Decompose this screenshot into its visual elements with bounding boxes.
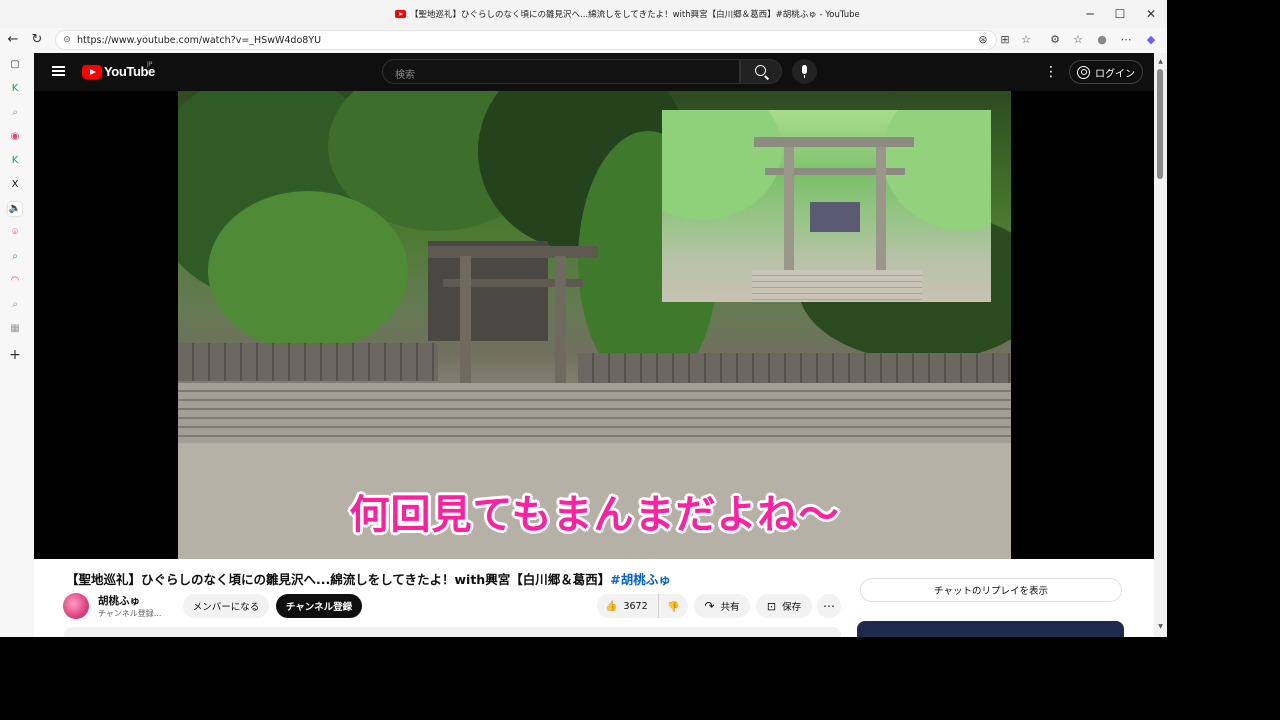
youtube-logo[interactable]: YouTube JP <box>82 61 155 79</box>
favorites-icon[interactable]: ☆ <box>1070 32 1086 48</box>
video-title-text: 【聖地巡礼】ひぐらしのなく頃にの雛見沢へ...綿流しをしてきたよ！with興宮【… <box>66 572 611 587</box>
chat-replay-button[interactable]: チャットのリプレイを表示 <box>860 578 1122 602</box>
copilot-icon[interactable]: ◆ <box>1143 32 1159 48</box>
bookmark-icon: ⊡ <box>766 599 777 613</box>
tabs-icon[interactable]: ▢ <box>8 58 22 72</box>
thumbs-down-icon: 👎 <box>667 601 680 613</box>
settings-menu-icon[interactable]: ⋮ <box>1044 64 1058 80</box>
profile-icon[interactable]: ● <box>1094 32 1110 48</box>
search-input[interactable]: 検索 <box>382 59 740 84</box>
video-frame[interactable]: 何回見てもまんまだよね～ <box>178 91 1011 559</box>
x-icon[interactable]: X <box>8 178 22 192</box>
maximize-button[interactable]: ☐ <box>1111 5 1129 23</box>
more-actions-button[interactable]: ⋯ <box>817 594 841 618</box>
search-button[interactable] <box>740 59 782 84</box>
add-icon[interactable]: + <box>8 348 22 362</box>
youtube-page: YouTube JP 検索 ⋮ ログイン 何回見てもまんまだよね～ 【聖地巡礼】… <box>34 53 1154 637</box>
scroll-up-icon[interactable]: ▲ <box>1156 57 1165 66</box>
description-box[interactable] <box>64 627 841 637</box>
address-bar-row: ← ↻ ⊝ https://www.youtube.com/watch?v=_H… <box>0 28 1167 52</box>
inset-tree <box>662 110 782 220</box>
stone-steps <box>178 383 1011 443</box>
minimize-button[interactable]: ─ <box>1081 5 1099 23</box>
channel-avatar[interactable] <box>63 593 89 619</box>
share-button[interactable]: ↷ 共有 <box>694 594 750 618</box>
menu-icon[interactable] <box>52 66 65 76</box>
youtube-header: YouTube JP 検索 ⋮ ログイン <box>34 53 1154 91</box>
inset-torii-beam <box>754 137 914 147</box>
search-small-icon-3[interactable]: ⌕ <box>8 298 22 312</box>
video-title: 【聖地巡礼】ひぐらしのなく頃にの雛見沢へ...綿流しをしてきたよ！with興宮【… <box>66 569 671 588</box>
recommendation-card[interactable] <box>857 621 1124 637</box>
search-icon <box>755 65 766 76</box>
title-bar: 【聖地巡礼】ひぐらしのなく頃にの雛見沢へ...綿流しをしてきたよ！with興宮【… <box>0 0 1167 28</box>
extension-icon[interactable]: ⚙ <box>1047 32 1063 48</box>
inset-torii-post <box>876 147 886 272</box>
reader-icon[interactable]: ⊞ <box>997 32 1013 48</box>
search-small-icon-2[interactable]: ⌕ <box>8 250 22 264</box>
channel-subscriber-count: チャンネル登録... <box>98 609 162 618</box>
join-membership-button[interactable]: メンバーになる <box>183 594 269 618</box>
thumbs-up-icon: 👍 <box>605 600 618 612</box>
video-subtitle: 何回見てもまんまだよね～ <box>349 492 840 538</box>
save-label: 保存 <box>782 602 802 613</box>
video-hashtag-link[interactable]: #胡桃ふゅ <box>610 572 670 587</box>
torii-post <box>460 256 471 386</box>
youtube-favicon-icon <box>395 10 406 18</box>
page-scrollbar[interactable]: ▲ ▼ <box>1154 53 1167 637</box>
like-dislike-group: 👍 3672 👎 <box>597 594 688 618</box>
logo-region: JP <box>147 61 153 68</box>
torii-post <box>555 256 566 386</box>
app-k-icon[interactable]: K <box>8 82 22 96</box>
search-placeholder: 検索 <box>395 70 415 81</box>
back-icon[interactable]: ← <box>4 31 22 49</box>
like-count: 3672 <box>623 600 648 612</box>
scroll-thumb[interactable] <box>1157 69 1163 179</box>
browser-sidebar: ▢ K ⌕ ◉ K X 🔈 ⌾ ⌕ ◠ ⌕ ▦ + <box>0 52 32 637</box>
youtube-play-icon <box>82 64 102 79</box>
scene-tree <box>208 191 408 351</box>
app-grid-icon[interactable]: ▦ <box>8 322 22 336</box>
address-bar[interactable]: ⊝ https://www.youtube.com/watch?v=_HSwW4… <box>55 30 997 50</box>
like-button[interactable]: 👍 3672 <box>597 594 659 618</box>
channel-name[interactable]: 胡桃ふゅ <box>98 593 140 608</box>
browser-window: 【聖地巡礼】ひぐらしのなく頃にの雛見沢へ...綿流しをしてきたよ！with興宮【… <box>0 0 1167 637</box>
site-info-icon[interactable]: ⊝ <box>62 35 72 45</box>
window-title-text: 【聖地巡礼】ひぐらしのなく頃にの雛見沢へ...綿流しをしてきたよ！with興宮【… <box>410 10 860 20</box>
speaker-icon[interactable]: 🔈 <box>8 202 22 216</box>
close-button[interactable]: ✕ <box>1142 5 1160 23</box>
inset-steps <box>752 270 922 302</box>
scroll-down-icon[interactable]: ▼ <box>1156 622 1165 631</box>
video-info-area: 【聖地巡礼】ひぐらしのなく頃にの雛見沢へ...綿流しをしてきたよ！with興宮【… <box>34 559 1154 637</box>
url-text[interactable]: https://www.youtube.com/watch?v=_HSwW4do… <box>77 35 321 46</box>
inset-shrine <box>810 202 860 232</box>
subscribe-button[interactable]: チャンネル登録 <box>276 594 362 618</box>
stone-wall <box>178 343 438 381</box>
more-icon[interactable]: ⋯ <box>1118 32 1134 48</box>
app-arc-icon[interactable]: ◠ <box>8 274 22 288</box>
window-title: 【聖地巡礼】ひぐらしのなく頃にの雛見沢へ...綿流しをしてきたよ！with興宮【… <box>395 8 860 20</box>
voice-search-button[interactable] <box>792 59 817 84</box>
anime-inset-image <box>662 110 991 302</box>
app-k2-icon[interactable]: K <box>8 154 22 168</box>
account-icon <box>1077 65 1090 79</box>
login-button[interactable]: ログイン <box>1069 60 1143 84</box>
link-icon[interactable]: ⊛ <box>975 32 991 48</box>
star-icon[interactable]: ☆ <box>1018 32 1034 48</box>
share-icon: ↷ <box>704 599 715 613</box>
microphone-icon <box>802 65 807 78</box>
dislike-button[interactable]: 👎 <box>659 600 688 613</box>
reload-icon[interactable]: ↻ <box>28 31 46 49</box>
login-label: ログイン <box>1095 68 1135 80</box>
search-small-icon[interactable]: ⌕ <box>8 106 22 120</box>
share-label: 共有 <box>720 602 740 613</box>
inset-torii-post <box>784 147 794 272</box>
app-circle-icon[interactable]: ◉ <box>8 130 22 144</box>
video-player[interactable]: 何回見てもまんまだよね～ <box>34 91 1154 559</box>
save-button[interactable]: ⊡ 保存 <box>756 594 812 618</box>
pin-icon[interactable]: ⌾ <box>8 226 22 240</box>
torii-top-beam <box>428 246 598 258</box>
